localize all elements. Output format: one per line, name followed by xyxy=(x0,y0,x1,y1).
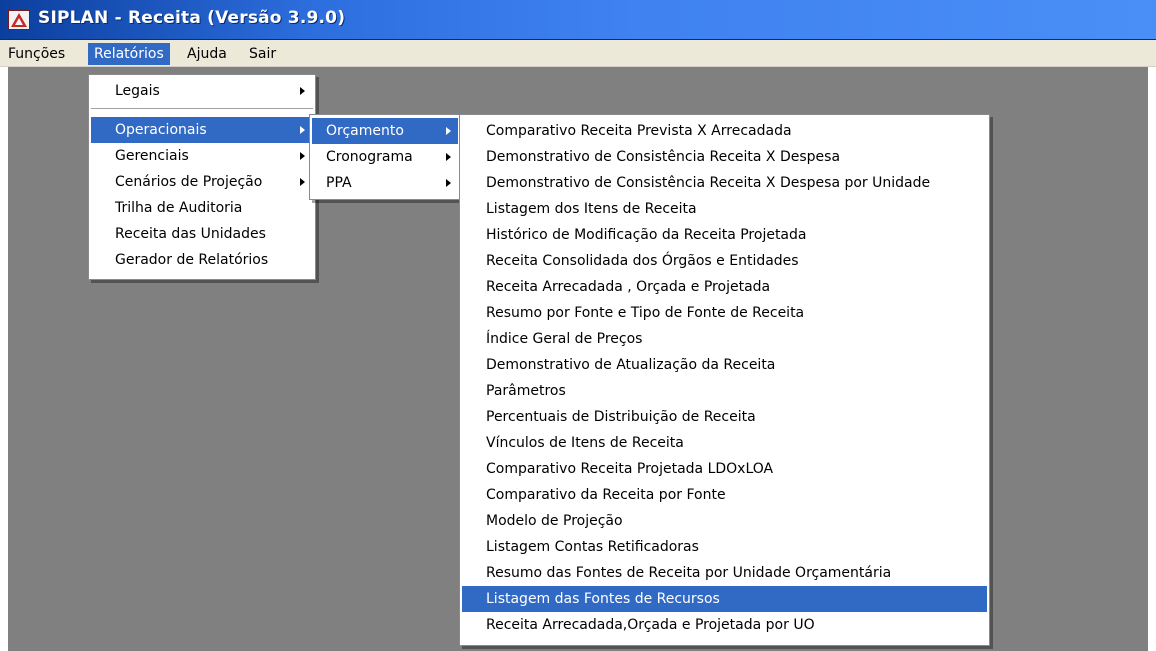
submenu-arrow-icon xyxy=(446,127,451,135)
menu-item-label: Parâmetros xyxy=(486,383,566,399)
menu-item-label: Comparativo Receita Projetada LDOxLOA xyxy=(486,461,774,477)
menu-item-trilha-de-auditoria[interactable]: Trilha de Auditoria xyxy=(91,195,313,221)
menu-item-report[interactable]: Índice Geral de Preços xyxy=(462,326,987,352)
menu-item-label: Receita Consolidada dos Órgãos e Entidad… xyxy=(486,253,799,269)
menu-item-label: Legais xyxy=(115,83,160,99)
menu-separator xyxy=(91,108,313,110)
menu-bar: Funções Relatórios Ajuda Sair xyxy=(0,40,1156,67)
submenu-arrow-icon xyxy=(300,87,305,95)
menu-item-cenarios-de-projecao[interactable]: Cenários de Projeção xyxy=(91,169,313,195)
menu-item-label: Resumo das Fontes de Receita por Unidade… xyxy=(486,565,892,581)
menu-ajuda[interactable]: Ajuda xyxy=(181,43,233,65)
submenu-arrow-icon xyxy=(300,126,305,134)
menu-item-ppa[interactable]: PPA xyxy=(312,170,458,196)
menu-item-report[interactable]: Percentuais de Distribuição de Receita xyxy=(462,404,987,430)
app-window: SIPLAN - Receita (Versão 3.9.0) Funções … xyxy=(0,0,1156,651)
submenu-arrow-icon xyxy=(300,152,305,160)
submenu-arrow-icon xyxy=(300,178,305,186)
menu-item-gerador-de-relatorios[interactable]: Gerador de Relatórios xyxy=(91,247,313,273)
menu-item-label: Receita Arrecadada , Orçada e Projetada xyxy=(486,279,771,295)
menu-item-report[interactable]: Demonstrativo de Atualização da Receita xyxy=(462,352,987,378)
menu-item-report[interactable]: Listagem dos Itens de Receita xyxy=(462,196,987,222)
window-title: SIPLAN - Receita (Versão 3.9.0) xyxy=(38,8,346,28)
menu-relatorios[interactable]: Relatórios xyxy=(88,43,170,65)
menu-item-label: Cronograma xyxy=(326,149,413,165)
menu-funcoes[interactable]: Funções xyxy=(2,43,71,65)
menu-item-legais[interactable]: Legais xyxy=(91,78,313,104)
menu-item-report[interactable]: Comparativo Receita Projetada LDOxLOA xyxy=(462,456,987,482)
menu-item-label: Receita Arrecadada,Orçada e Projetada po… xyxy=(486,617,815,633)
menu-item-label: Trilha de Auditoria xyxy=(115,200,243,216)
menu-item-label: Gerador de Relatórios xyxy=(115,252,269,268)
menu-item-label: Comparativo Receita Prevista X Arrecadad… xyxy=(486,123,792,139)
menu-item-receita-das-unidades[interactable]: Receita das Unidades xyxy=(91,221,313,247)
operacionais-submenu: Orçamento Cronograma PPA xyxy=(309,114,461,200)
orcamento-submenu: Comparativo Receita Prevista X Arrecadad… xyxy=(459,114,990,646)
menu-item-report[interactable]: Parâmetros xyxy=(462,378,987,404)
menu-item-report[interactable]: Demonstrativo de Consistência Receita X … xyxy=(462,170,987,196)
menu-item-label: Histórico de Modificação da Receita Proj… xyxy=(486,227,807,243)
menu-item-label: Listagem das Fontes de Recursos xyxy=(486,591,720,607)
menu-item-label: Operacionais xyxy=(115,122,207,138)
menu-item-report[interactable]: Modelo de Projeção xyxy=(462,508,987,534)
menu-item-report[interactable]: Receita Arrecadada , Orçada e Projetada xyxy=(462,274,987,300)
menu-item-orcamento[interactable]: Orçamento xyxy=(312,118,458,144)
menu-item-label: PPA xyxy=(326,175,352,191)
menu-item-label: Demonstrativo de Consistência Receita X … xyxy=(486,149,841,165)
menu-item-listagem-das-fontes-de-recursos[interactable]: Listagem das Fontes de Recursos xyxy=(462,586,987,612)
menu-item-report[interactable]: Demonstrativo de Consistência Receita X … xyxy=(462,144,987,170)
menu-item-label: Listagem dos Itens de Receita xyxy=(486,201,697,217)
menu-item-operacionais[interactable]: Operacionais xyxy=(91,117,313,143)
menu-item-label: Demonstrativo de Consistência Receita X … xyxy=(486,175,931,191)
menu-item-label: Resumo por Fonte e Tipo de Fonte de Rece… xyxy=(486,305,805,321)
menu-item-cronograma[interactable]: Cronograma xyxy=(312,144,458,170)
menu-item-report[interactable]: Listagem Contas Retificadoras xyxy=(462,534,987,560)
menu-item-label: Comparativo da Receita por Fonte xyxy=(486,487,726,503)
menu-sair[interactable]: Sair xyxy=(243,43,282,65)
menu-item-label: Demonstrativo de Atualização da Receita xyxy=(486,357,776,373)
menu-item-report[interactable]: Receita Arrecadada,Orçada e Projetada po… xyxy=(462,612,987,638)
siplan-logo-icon[interactable] xyxy=(8,10,30,30)
menu-item-label: Percentuais de Distribuição de Receita xyxy=(486,409,756,425)
menu-item-gerenciais[interactable]: Gerenciais xyxy=(91,143,313,169)
submenu-arrow-icon xyxy=(446,179,451,187)
menu-item-report[interactable]: Vínculos de Itens de Receita xyxy=(462,430,987,456)
menu-item-label: Listagem Contas Retificadoras xyxy=(486,539,699,555)
menu-item-label: Receita das Unidades xyxy=(115,226,266,242)
menu-item-report[interactable]: Resumo das Fontes de Receita por Unidade… xyxy=(462,560,987,586)
menu-item-report[interactable]: Comparativo Receita Prevista X Arrecadad… xyxy=(462,118,987,144)
menu-item-label: Orçamento xyxy=(326,123,404,139)
title-bar[interactable]: SIPLAN - Receita (Versão 3.9.0) xyxy=(0,0,1156,40)
menu-item-label: Gerenciais xyxy=(115,148,189,164)
relatorios-menu: Legais Operacionais Gerenciais Cenários … xyxy=(88,74,316,280)
menu-item-report[interactable]: Histórico de Modificação da Receita Proj… xyxy=(462,222,987,248)
menu-item-label: Cenários de Projeção xyxy=(115,174,263,190)
menu-item-report[interactable]: Receita Consolidada dos Órgãos e Entidad… xyxy=(462,248,987,274)
menu-item-label: Vínculos de Itens de Receita xyxy=(486,435,684,451)
submenu-arrow-icon xyxy=(446,153,451,161)
menu-item-report[interactable]: Resumo por Fonte e Tipo de Fonte de Rece… xyxy=(462,300,987,326)
menu-item-label: Modelo de Projeção xyxy=(486,513,623,529)
menu-item-report[interactable]: Comparativo da Receita por Fonte xyxy=(462,482,987,508)
menu-item-label: Índice Geral de Preços xyxy=(486,331,643,347)
